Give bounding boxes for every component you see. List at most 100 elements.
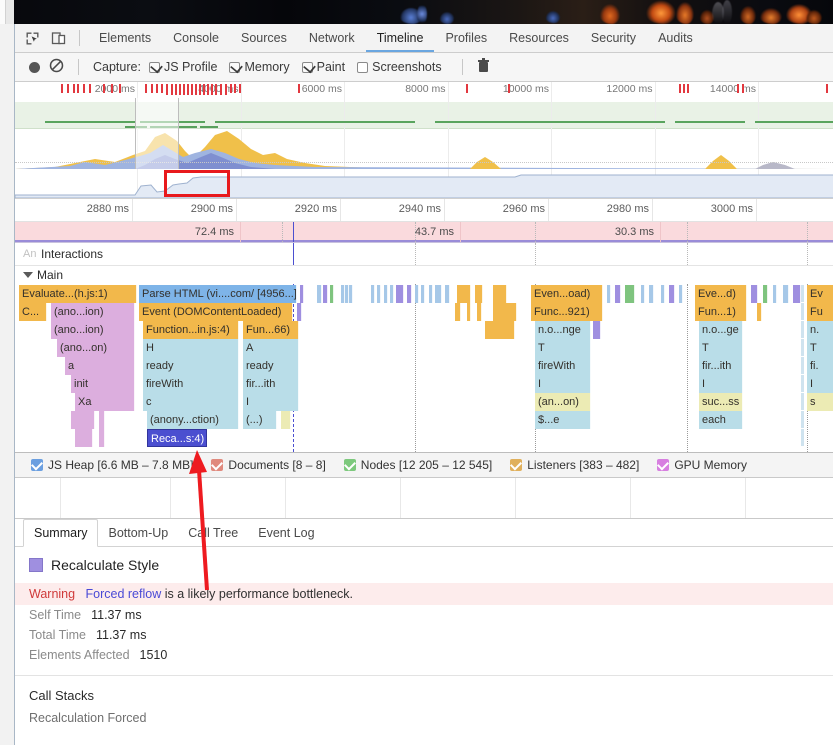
- timeline-overview[interactable]: 2000 ms 4000 ms 6000 ms 8000 ms 10000 ms 1200…: [15, 82, 833, 199]
- capture-paint-checkbox[interactable]: Paint: [301, 60, 345, 74]
- flame-bar[interactable]: Reca...s:4): [147, 429, 207, 447]
- flame-bar-unlabeled[interactable]: [371, 285, 375, 303]
- flame-bar-unlabeled[interactable]: [649, 285, 654, 303]
- tab-profiles[interactable]: Profiles: [434, 25, 498, 52]
- flame-bar-unlabeled[interactable]: [679, 285, 683, 303]
- flame-bar[interactable]: T: [807, 339, 833, 357]
- tab-sources[interactable]: Sources: [230, 25, 298, 52]
- flame-bar-unlabeled[interactable]: [71, 411, 95, 429]
- flame-bar-unlabeled[interactable]: [773, 285, 777, 303]
- flame-bar[interactable]: Evaluate...(h.js:1): [19, 285, 137, 303]
- flame-bar[interactable]: s: [807, 393, 833, 411]
- device-toolbar-icon[interactable]: [45, 26, 71, 50]
- flame-bar-unlabeled[interactable]: [661, 285, 665, 303]
- flame-bar-unlabeled[interactable]: [455, 303, 461, 321]
- flame-bar-unlabeled[interactable]: [625, 285, 635, 303]
- flame-bar[interactable]: I: [535, 375, 591, 393]
- flame-bar-unlabeled[interactable]: [751, 285, 758, 303]
- flame-bar[interactable]: T: [699, 339, 743, 357]
- flame-bar-unlabeled[interactable]: [300, 285, 304, 303]
- flame-bar-unlabeled[interactable]: [384, 285, 388, 303]
- flame-bar[interactable]: (...): [243, 411, 277, 429]
- flame-bar[interactable]: suc...ss: [699, 393, 743, 411]
- flame-bar-unlabeled[interactable]: [330, 285, 334, 303]
- flame-bar[interactable]: fi.: [807, 357, 833, 375]
- flame-bar-unlabeled[interactable]: [615, 285, 621, 303]
- details-tab-call-tree[interactable]: Call Tree: [178, 520, 248, 546]
- flame-bar[interactable]: T: [535, 339, 591, 357]
- flame-bar[interactable]: Parse HTML (vi....com/ [4956...]): [139, 285, 297, 303]
- flame-bar-unlabeled[interactable]: [801, 375, 804, 392]
- flame-bar-unlabeled[interactable]: [669, 285, 675, 303]
- flame-bar-unlabeled[interactable]: [317, 285, 322, 303]
- flame-bar-unlabeled[interactable]: [407, 285, 412, 303]
- counter-listeners[interactable]: Listeners [383 – 482]: [510, 458, 639, 472]
- flame-bar[interactable]: c: [143, 393, 239, 411]
- flame-bar-unlabeled[interactable]: [801, 303, 804, 320]
- tab-console[interactable]: Console: [162, 25, 230, 52]
- flame-bar[interactable]: Even...oad): [531, 285, 603, 303]
- call-stack-row[interactable]: Recalculation Forced: [15, 709, 833, 727]
- flame-bar-unlabeled[interactable]: [349, 285, 353, 303]
- details-tab-event-log[interactable]: Event Log: [248, 520, 324, 546]
- flame-bar[interactable]: Xa: [75, 393, 135, 411]
- flame-bar[interactable]: I: [243, 393, 299, 411]
- interactions-track[interactable]: An Interactions: [15, 243, 833, 266]
- capture-js-profile-checkbox[interactable]: JS Profile: [148, 60, 217, 74]
- overview-selection-window[interactable]: [135, 98, 179, 169]
- flame-bar[interactable]: Eve...d): [695, 285, 747, 303]
- flame-bar-unlabeled[interactable]: [281, 411, 291, 429]
- tab-audits[interactable]: Audits: [647, 25, 704, 52]
- flame-bar-unlabeled[interactable]: [801, 285, 804, 302]
- flame-bar-unlabeled[interactable]: [467, 303, 471, 321]
- flame-bar-unlabeled[interactable]: [445, 285, 450, 303]
- main-track-header[interactable]: Main: [15, 266, 833, 284]
- flame-bar-unlabeled[interactable]: [485, 321, 515, 339]
- flame-bar[interactable]: H: [143, 339, 239, 357]
- flame-bar-unlabeled[interactable]: [377, 285, 381, 303]
- counter-nodes[interactable]: Nodes [12 205 – 12 545]: [343, 458, 492, 472]
- flame-bar-unlabeled[interactable]: [429, 285, 433, 303]
- flame-bar[interactable]: Fun...66): [243, 321, 299, 339]
- frame-bar[interactable]: 43.7 ms: [241, 222, 461, 242]
- flame-bar-unlabeled[interactable]: [99, 429, 105, 447]
- counter-js-heap[interactable]: JS Heap [6.6 MB – 7.8 MB]: [31, 458, 193, 472]
- flame-bar[interactable]: ready: [243, 357, 299, 375]
- flame-bar-unlabeled[interactable]: [763, 285, 768, 303]
- flame-bar-unlabeled[interactable]: [475, 285, 483, 303]
- flame-bar-unlabeled[interactable]: [801, 357, 804, 374]
- capture-screenshots-checkbox[interactable]: Screenshots: [357, 60, 442, 74]
- flame-bar[interactable]: (ano...ion): [51, 303, 135, 321]
- flame-bar[interactable]: A: [243, 339, 299, 357]
- flame-bar-unlabeled[interactable]: [801, 321, 804, 338]
- flame-bar-unlabeled[interactable]: [421, 285, 425, 303]
- frame-bar[interactable]: 30.3 ms: [461, 222, 661, 242]
- trash-icon[interactable]: [477, 58, 490, 76]
- details-tab-summary[interactable]: Summary: [23, 519, 99, 547]
- flame-bar-unlabeled[interactable]: [415, 285, 419, 303]
- flame-bar[interactable]: fireWith: [535, 357, 591, 375]
- flame-bar[interactable]: fir...ith: [243, 375, 299, 393]
- flame-bar-unlabeled[interactable]: [757, 303, 762, 321]
- flame-bar[interactable]: fireWith: [143, 375, 239, 393]
- flame-bar[interactable]: (anony...ction): [147, 411, 239, 429]
- tab-network[interactable]: Network: [298, 25, 366, 52]
- flame-bar-unlabeled[interactable]: [641, 285, 645, 303]
- flame-bar-unlabeled[interactable]: [593, 321, 601, 339]
- flame-bar[interactable]: ready: [143, 357, 239, 375]
- flame-bar-unlabeled[interactable]: [390, 285, 394, 303]
- details-tab-bottom-up[interactable]: Bottom-Up: [98, 520, 178, 546]
- flame-bar-unlabeled[interactable]: [493, 303, 517, 321]
- flame-bar-unlabeled[interactable]: [493, 285, 507, 303]
- flame-bar[interactable]: Fu: [807, 303, 833, 321]
- tab-resources[interactable]: Resources: [498, 25, 580, 52]
- forced-reflow-link[interactable]: Forced reflow: [86, 587, 162, 601]
- flame-bar[interactable]: Ev: [807, 285, 833, 303]
- flame-bar[interactable]: a: [65, 357, 135, 375]
- clear-icon[interactable]: [49, 58, 64, 76]
- flame-bar-unlabeled[interactable]: [323, 285, 328, 303]
- flame-bar[interactable]: I: [807, 375, 833, 393]
- flame-bar-unlabeled[interactable]: [801, 429, 804, 446]
- flame-chart[interactable]: Evaluate...(h.js:1) Parse HTML (vi....com…: [15, 284, 833, 453]
- flame-bar[interactable]: fir...ith: [699, 357, 743, 375]
